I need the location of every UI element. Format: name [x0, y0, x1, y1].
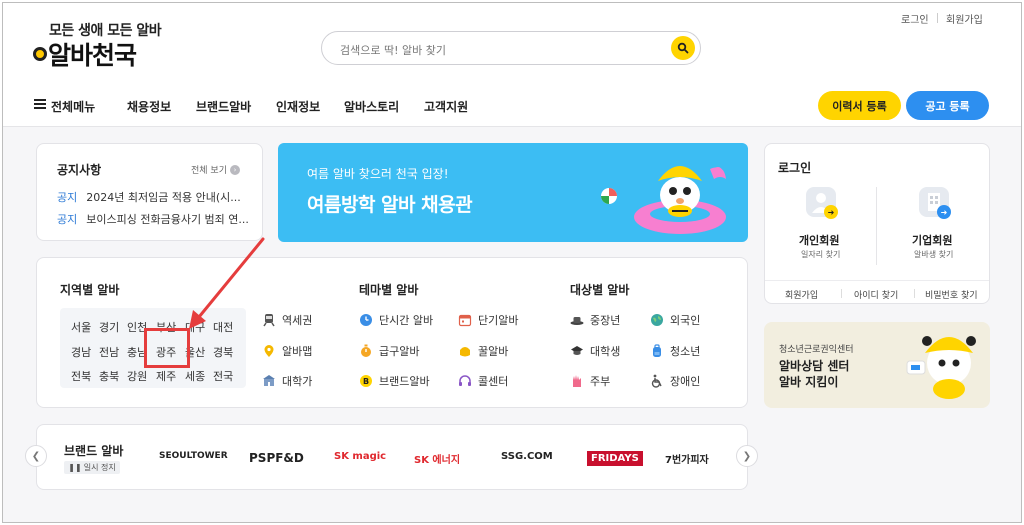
browser-frame: 모든 생애 모든 알바 알바천국 로그인 회원가입 검색으로 딱! 알바 찾기 …: [2, 2, 1022, 523]
annotation-arrow: [189, 237, 265, 329]
